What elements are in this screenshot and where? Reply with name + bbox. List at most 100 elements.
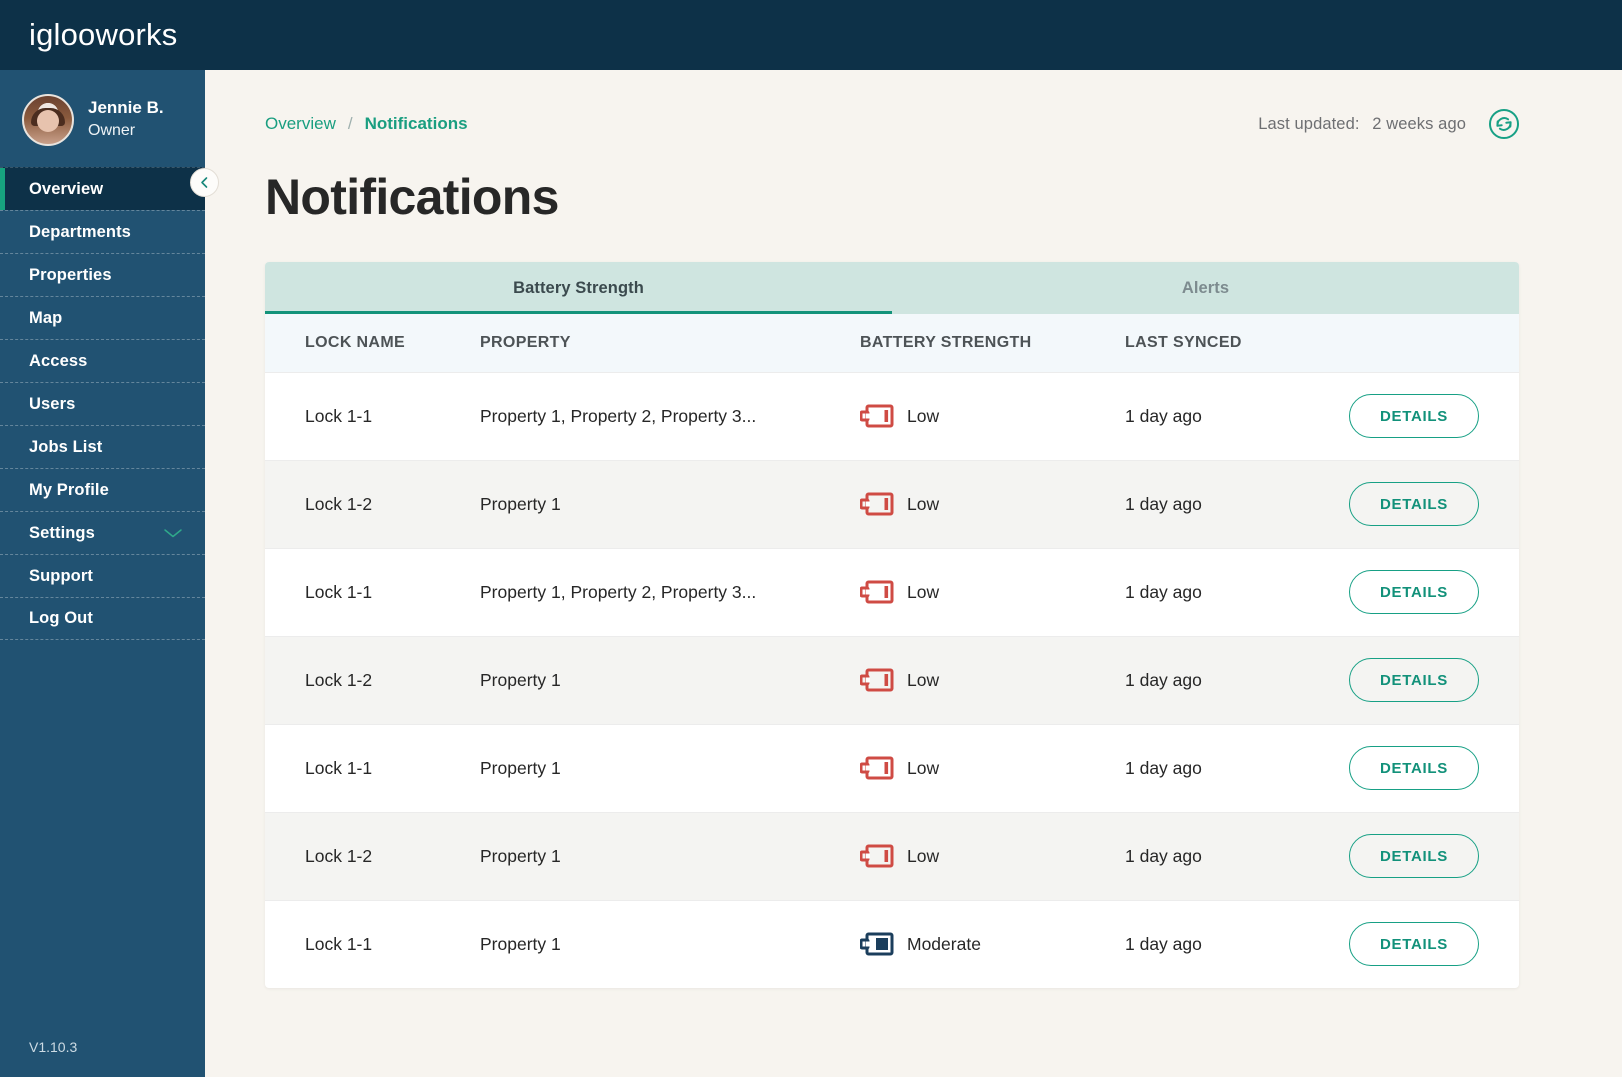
breadcrumb: Overview / Notifications bbox=[265, 114, 468, 134]
cell-last-synced: 1 day ago bbox=[1125, 757, 1202, 778]
sidebar-item-label: Departments bbox=[29, 222, 131, 241]
cell-lock-name: Lock 1-1 bbox=[305, 757, 373, 778]
cell-last-synced: 1 day ago bbox=[1125, 933, 1202, 954]
chevron-down-icon bbox=[164, 529, 182, 538]
cell-actions: DETAILS bbox=[1335, 812, 1519, 900]
app-version: V1.10.3 bbox=[29, 1039, 78, 1055]
table-row[interactable]: Lock 1-1 Property 1, Property 2, Property… bbox=[265, 372, 1519, 460]
details-button[interactable]: DETAILS bbox=[1349, 746, 1479, 790]
table-row[interactable]: Lock 1-2 Property 1 Low 1 day ago DETAILS bbox=[265, 812, 1519, 900]
breadcrumb-separator: / bbox=[347, 114, 353, 133]
sidebar-item-jobs-list[interactable]: Jobs List bbox=[0, 425, 205, 468]
battery-label: Low bbox=[907, 669, 940, 690]
sidebar-item-departments[interactable]: Departments bbox=[0, 210, 205, 253]
cell-lock-name: Lock 1-1 bbox=[305, 933, 373, 954]
cell-property: Property 1 bbox=[480, 933, 561, 954]
notifications-table: LOCK NAME PROPERTY BATTERY STRENGTH LAST… bbox=[265, 314, 1519, 988]
cell-actions: DETAILS bbox=[1335, 372, 1519, 460]
cell-lock-name: Lock 1-1 bbox=[305, 581, 373, 602]
battery-low-icon bbox=[860, 492, 894, 516]
cell-battery-strength: Low bbox=[860, 372, 1125, 460]
cell-lock-name: Lock 1-1 bbox=[305, 405, 373, 426]
sidebar-item-label: Support bbox=[29, 566, 93, 585]
battery-label: Low bbox=[907, 493, 940, 514]
profile-text: Jennie B. Owner bbox=[88, 97, 164, 142]
battery-moderate-icon bbox=[860, 932, 894, 956]
battery-label: Low bbox=[907, 581, 940, 602]
details-button[interactable]: DETAILS bbox=[1349, 570, 1479, 614]
table-row[interactable]: Lock 1-2 Property 1 Low 1 day ago DETAILS bbox=[265, 636, 1519, 724]
cell-actions: DETAILS bbox=[1335, 724, 1519, 812]
cell-lock-name: Lock 1-2 bbox=[305, 493, 373, 514]
cell-lock-name: Lock 1-2 bbox=[305, 845, 373, 866]
sidebar-item-log-out[interactable]: Log Out bbox=[0, 597, 205, 640]
table-body: Lock 1-1 Property 1, Property 2, Property… bbox=[265, 372, 1519, 988]
profile-name: Jennie B. bbox=[88, 97, 164, 117]
column-header-lock-name: LOCK NAME bbox=[305, 333, 406, 351]
table-row[interactable]: Lock 1-1 Property 1 Low 1 day ago DETAILS bbox=[265, 724, 1519, 812]
table-row[interactable]: Lock 1-2 Property 1 Low 1 day ago DETAILS bbox=[265, 460, 1519, 548]
cell-property: Property 1 bbox=[480, 757, 561, 778]
sidebar-item-map[interactable]: Map bbox=[0, 296, 205, 339]
breadcrumb-parent[interactable]: Overview bbox=[265, 114, 336, 134]
sidebar-profile[interactable]: Jennie B. Owner bbox=[0, 70, 205, 167]
sidebar-item-support[interactable]: Support bbox=[0, 554, 205, 597]
details-button[interactable]: DETAILS bbox=[1349, 658, 1479, 702]
sidebar-item-settings[interactable]: Settings bbox=[0, 511, 205, 554]
cell-property: Property 1 bbox=[480, 845, 561, 866]
details-button[interactable]: DETAILS bbox=[1349, 394, 1479, 438]
sidebar-item-access[interactable]: Access bbox=[0, 339, 205, 382]
page-title: Notifications bbox=[265, 169, 559, 225]
sidebar-item-my-profile[interactable]: My Profile bbox=[0, 468, 205, 511]
refresh-sync-icon[interactable] bbox=[1488, 108, 1520, 140]
cell-property: Property 1, Property 2, Property 3... bbox=[480, 581, 757, 602]
sidebar-item-overview[interactable]: Overview bbox=[0, 167, 205, 210]
sidebar-item-properties[interactable]: Properties bbox=[0, 253, 205, 296]
battery-low-icon bbox=[860, 844, 894, 868]
details-button[interactable]: DETAILS bbox=[1349, 834, 1479, 878]
battery-low-icon bbox=[860, 668, 894, 692]
battery-low-icon bbox=[860, 756, 894, 780]
profile-role: Owner bbox=[88, 121, 136, 139]
cell-last-synced: 1 day ago bbox=[1125, 845, 1202, 866]
details-button[interactable]: DETAILS bbox=[1349, 922, 1479, 967]
cell-actions: DETAILS bbox=[1335, 636, 1519, 724]
avatar bbox=[22, 93, 74, 146]
sidebar-item-users[interactable]: Users bbox=[0, 382, 205, 425]
sidebar-collapse-button[interactable] bbox=[190, 168, 219, 197]
cell-property: Property 1, Property 2, Property 3... bbox=[480, 405, 757, 426]
sidebar-item-label: Users bbox=[29, 394, 76, 413]
battery-low-icon bbox=[860, 404, 894, 428]
table-row[interactable]: Lock 1-1 Property 1 Moderate 1 day ago DETAI… bbox=[265, 900, 1519, 988]
details-button[interactable]: DETAILS bbox=[1349, 482, 1479, 526]
sidebar-item-label: Log Out bbox=[29, 609, 93, 627]
tab-battery-strength[interactable]: Battery Strength bbox=[265, 262, 892, 314]
column-header-property: PROPERTY bbox=[480, 333, 571, 351]
table-row[interactable]: Lock 1-1 Property 1, Property 2, Property… bbox=[265, 548, 1519, 636]
sidebar-item-label: Overview bbox=[29, 179, 104, 198]
tab-alerts[interactable]: Alerts bbox=[892, 262, 1519, 314]
battery-label: Low bbox=[907, 405, 940, 426]
sidebar: Jennie B. Owner Overview Departments Pro… bbox=[0, 70, 219, 1077]
logo-text: iglooworks bbox=[29, 17, 178, 52]
cell-battery-strength: Low bbox=[860, 548, 1125, 636]
cell-lock-name: Lock 1-2 bbox=[305, 669, 373, 690]
cell-property: Property 1 bbox=[480, 669, 561, 690]
cell-battery-strength: Low bbox=[860, 724, 1125, 812]
column-header-battery-strength: BATTERY STRENGTH bbox=[860, 333, 1032, 351]
top-brand-bar: iglooworks bbox=[0, 0, 1622, 70]
tab-bar: Battery Strength Alerts bbox=[265, 262, 1519, 314]
sidebar-nav: Overview Departments Properties Map Acce… bbox=[0, 167, 205, 640]
cell-battery-strength: Low bbox=[860, 812, 1125, 900]
last-updated-value: 2 weeks ago bbox=[1372, 114, 1466, 133]
cell-last-synced: 1 day ago bbox=[1125, 669, 1202, 690]
logo[interactable]: iglooworks bbox=[0, 17, 177, 53]
battery-low-icon bbox=[860, 580, 894, 604]
cell-last-synced: 1 day ago bbox=[1125, 493, 1202, 514]
sidebar-item-label: My Profile bbox=[29, 480, 109, 499]
cell-actions: DETAILS bbox=[1335, 460, 1519, 548]
sidebar-item-label: Settings bbox=[29, 523, 95, 542]
cell-actions: DETAILS bbox=[1335, 900, 1519, 988]
body-row: Jennie B. Owner Overview Departments Pro… bbox=[0, 70, 1622, 1077]
cell-battery-strength: Low bbox=[860, 636, 1125, 724]
